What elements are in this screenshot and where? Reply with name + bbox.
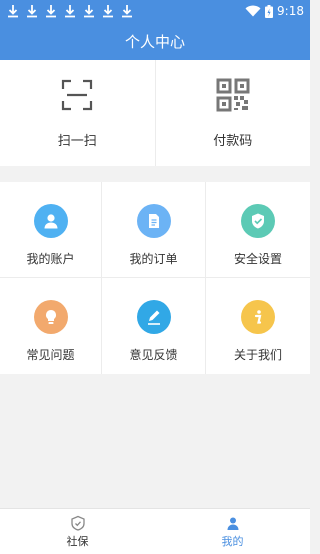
status-time: 9:18 bbox=[277, 4, 304, 18]
profile-icon bbox=[225, 515, 241, 531]
about-us-item[interactable]: 关于我们 bbox=[206, 278, 310, 374]
about-us-label: 关于我们 bbox=[233, 348, 282, 362]
download-icon bbox=[6, 4, 20, 18]
document-icon bbox=[136, 204, 171, 238]
bottom-nav: 社保 我的 bbox=[0, 508, 310, 554]
faq-label: 常见问题 bbox=[26, 348, 75, 362]
security-settings-item[interactable]: 安全设置 bbox=[206, 182, 310, 278]
download-icon bbox=[25, 4, 39, 18]
social-security-icon bbox=[70, 515, 86, 531]
payment-code-label: 付款码 bbox=[213, 134, 253, 149]
download-icon bbox=[120, 4, 134, 18]
my-orders-label: 我的订单 bbox=[129, 252, 178, 266]
info-icon bbox=[241, 300, 275, 334]
download-icon bbox=[82, 4, 96, 18]
download-icon bbox=[63, 4, 77, 18]
my-account-label: 我的账户 bbox=[26, 252, 75, 266]
user-icon bbox=[33, 204, 68, 238]
scan-label: 扫一扫 bbox=[57, 134, 97, 149]
qr-code-icon bbox=[216, 78, 250, 112]
shield-icon bbox=[241, 204, 275, 238]
my-account-item[interactable]: 我的账户 bbox=[0, 182, 102, 278]
page-title: 个人中心 bbox=[124, 32, 185, 51]
my-orders-item[interactable]: 我的订单 bbox=[102, 182, 206, 278]
scan-icon bbox=[60, 78, 94, 112]
status-right: 9:18 bbox=[245, 4, 304, 18]
notification-icons bbox=[6, 4, 134, 18]
download-icon bbox=[44, 4, 58, 18]
pen-icon bbox=[136, 300, 171, 334]
nav-profile[interactable]: 我的 bbox=[155, 509, 310, 554]
faq-item[interactable]: 常见问题 bbox=[0, 278, 102, 374]
feedback-label: 意见反馈 bbox=[129, 348, 178, 362]
menu-grid: 我的账户 我的订单 安全设置 常见问题 意见反馈 关于我们 bbox=[0, 182, 310, 374]
download-icon bbox=[101, 4, 115, 18]
battery-icon bbox=[265, 4, 274, 18]
page-header: 个人中心 bbox=[0, 22, 310, 60]
scan-button[interactable]: 扫一扫 bbox=[0, 60, 155, 166]
nav-social-security-label: 社保 bbox=[66, 534, 89, 548]
security-settings-label: 安全设置 bbox=[233, 252, 282, 266]
top-actions: 扫一扫 付款码 bbox=[0, 60, 310, 166]
lightbulb-icon bbox=[33, 300, 68, 334]
nav-social-security[interactable]: 社保 bbox=[0, 509, 155, 554]
nav-profile-label: 我的 bbox=[221, 534, 244, 548]
wifi-icon bbox=[245, 5, 261, 17]
payment-code-button[interactable]: 付款码 bbox=[154, 60, 311, 166]
status-bar: 9:18 bbox=[0, 0, 310, 22]
feedback-item[interactable]: 意见反馈 bbox=[102, 278, 206, 374]
